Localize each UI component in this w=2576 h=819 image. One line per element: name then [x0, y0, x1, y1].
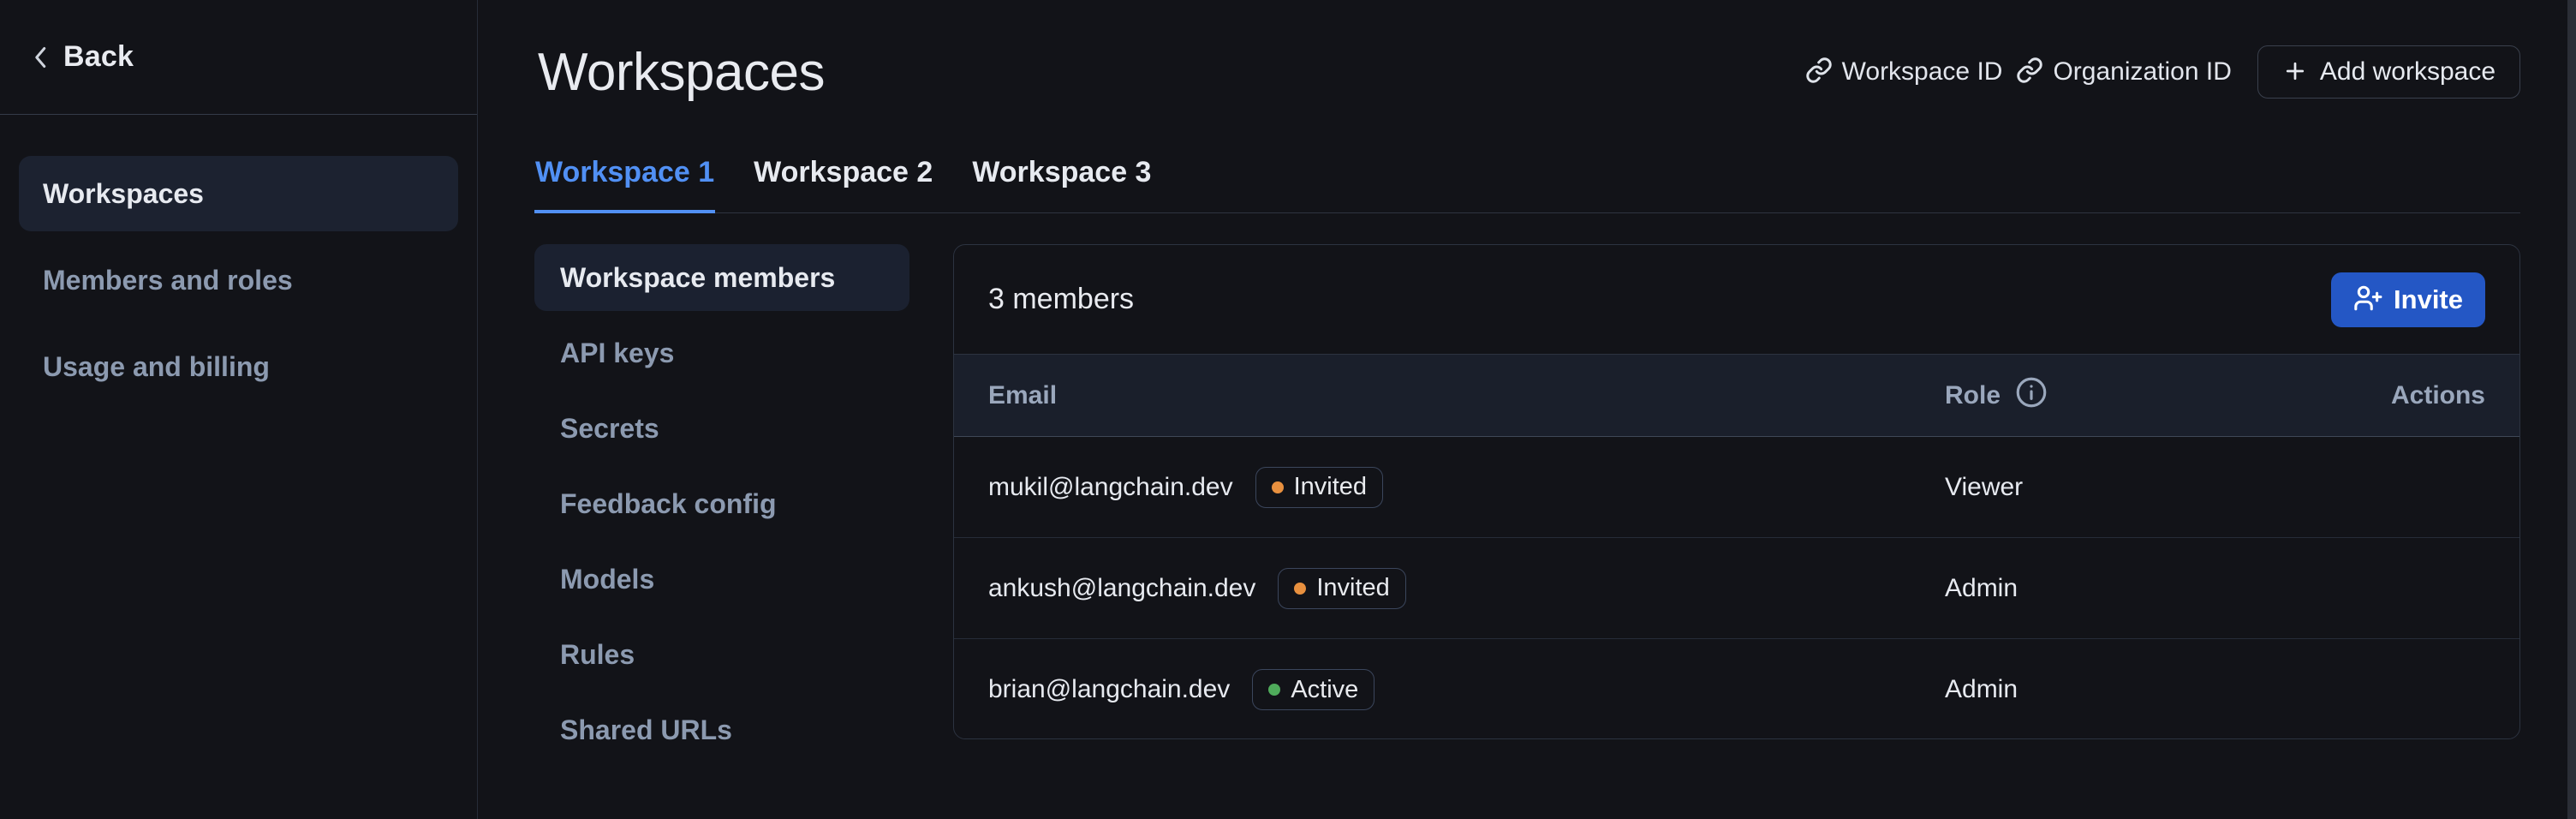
- member-email: brian@langchain.dev: [988, 675, 1230, 704]
- sidebar: Back Workspaces Members and roles Usage an…: [0, 0, 478, 819]
- member-role: Admin: [1945, 675, 2018, 703]
- member-role: Admin: [1945, 574, 2018, 602]
- role-cell: Admin: [1945, 675, 2485, 704]
- organization-id-label: Organization ID: [2053, 57, 2231, 87]
- settings-nav-item-models[interactable]: Models: [534, 546, 909, 613]
- members-panel: 3 members Invite Email Role: [953, 244, 2520, 739]
- status-label: Invited: [1294, 473, 1367, 501]
- status-dot-icon: [1294, 583, 1306, 595]
- status-badge-invited: Invited: [1255, 467, 1383, 508]
- workspace-tabs: Workspace 1 Workspace 2 Workspace 3: [534, 156, 2520, 213]
- sidebar-item-usage-and-billing[interactable]: Usage and billing: [19, 329, 458, 404]
- settings-nav-item-rules[interactable]: Rules: [534, 621, 909, 688]
- sidebar-item-members-and-roles[interactable]: Members and roles: [19, 242, 458, 318]
- status-badge-active: Active: [1252, 669, 1374, 710]
- table-row: ankush@langchain.dev Invited Admin: [954, 538, 2519, 639]
- member-email: mukil@langchain.dev: [988, 473, 1233, 502]
- members-count: 3 members: [988, 283, 1134, 316]
- link-icon: [2016, 57, 2043, 88]
- settings-nav-item-shared-urls[interactable]: Shared URLs: [534, 696, 909, 763]
- column-header-actions: Actions: [2391, 381, 2485, 410]
- page-title: Workspaces: [538, 42, 825, 103]
- members-panel-header: 3 members Invite: [954, 245, 2519, 355]
- sidebar-nav: Workspaces Members and roles Usage and bil…: [0, 115, 477, 404]
- app-root: Back Workspaces Members and roles Usage an…: [0, 0, 2576, 819]
- table-body: mukil@langchain.dev Invited Viewer ankus…: [954, 437, 2519, 739]
- back-label: Back: [63, 40, 134, 74]
- column-header-role: Role: [1945, 374, 2391, 417]
- email-cell: ankush@langchain.dev Invited: [988, 568, 1945, 609]
- info-icon[interactable]: [2013, 374, 2049, 417]
- invite-label: Invite: [2394, 284, 2463, 315]
- link-icon: [1805, 57, 1833, 88]
- add-workspace-label: Add workspace: [2320, 57, 2496, 87]
- status-label: Active: [1291, 676, 1358, 704]
- vertical-scrollbar[interactable]: [2567, 0, 2576, 819]
- chevron-left-icon: [26, 42, 57, 73]
- main-area: Workspaces Workspace ID Organization ID: [479, 0, 2567, 819]
- status-badge-invited: Invited: [1278, 568, 1405, 609]
- back-button[interactable]: Back: [0, 0, 477, 115]
- tab-workspace-3[interactable]: Workspace 3: [971, 156, 1152, 213]
- column-header-email: Email: [988, 381, 1945, 410]
- user-plus-icon: [2353, 284, 2382, 315]
- settings-nav-item-api-keys[interactable]: API keys: [534, 320, 909, 386]
- email-cell: brian@langchain.dev Active: [988, 669, 1945, 710]
- member-email: ankush@langchain.dev: [988, 574, 1255, 603]
- settings-nav-item-secrets[interactable]: Secrets: [534, 395, 909, 462]
- organization-id-link[interactable]: Organization ID: [2016, 57, 2231, 88]
- status-dot-icon: [1268, 684, 1280, 696]
- tab-workspace-1[interactable]: Workspace 1: [534, 156, 715, 213]
- header-actions: Workspace ID Organization ID Add workspa…: [1805, 45, 2520, 99]
- main-header: Workspaces Workspace ID Organization ID: [479, 0, 2567, 144]
- plus-icon: [2282, 58, 2308, 87]
- add-workspace-button[interactable]: Add workspace: [2257, 45, 2520, 99]
- settings-nav: Workspace members API keys Secrets Feedback…: [534, 244, 909, 772]
- table-header: Email Role Actions: [954, 355, 2519, 437]
- status-dot-icon: [1272, 481, 1284, 493]
- sidebar-item-workspaces[interactable]: Workspaces: [19, 156, 458, 231]
- table-row: mukil@langchain.dev Invited Viewer: [954, 437, 2519, 538]
- email-cell: mukil@langchain.dev Invited: [988, 467, 1945, 508]
- table-row: brian@langchain.dev Active Admin: [954, 639, 2519, 739]
- tab-workspace-2[interactable]: Workspace 2: [753, 156, 933, 213]
- role-cell: Viewer: [1945, 473, 2485, 502]
- workspace-id-label: Workspace ID: [1842, 57, 2003, 87]
- content-area: Workspace members API keys Secrets Feedback…: [534, 244, 2520, 819]
- settings-nav-item-workspace-members[interactable]: Workspace members: [534, 244, 909, 311]
- settings-nav-item-feedback-config[interactable]: Feedback config: [534, 470, 909, 537]
- member-role: Viewer: [1945, 473, 2023, 501]
- status-label: Invited: [1316, 574, 1389, 602]
- invite-button[interactable]: Invite: [2331, 272, 2485, 327]
- workspace-id-link[interactable]: Workspace ID: [1805, 57, 2003, 88]
- role-cell: Admin: [1945, 574, 2485, 603]
